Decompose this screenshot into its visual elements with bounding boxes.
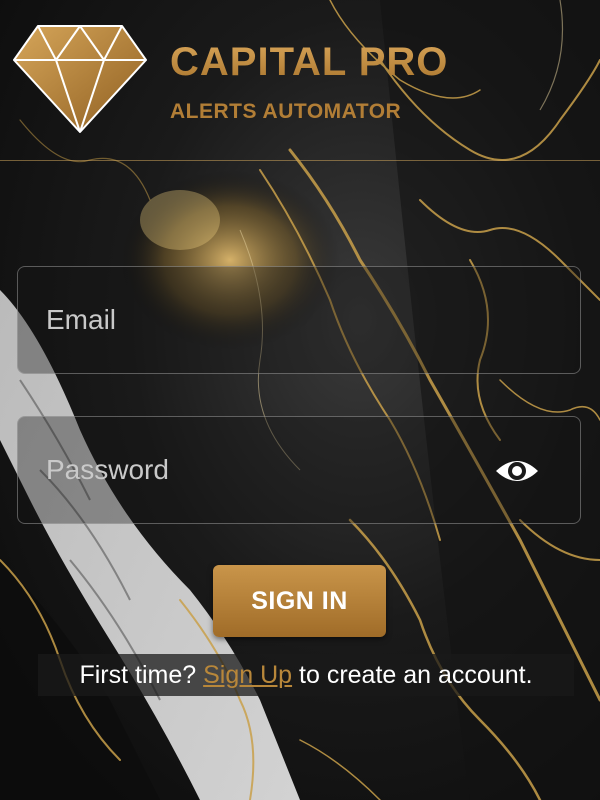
email-field-container [17, 266, 581, 374]
sign-up-suffix: to create an account. [299, 661, 533, 689]
app-subtitle: ALERTS AUTOMATOR [170, 100, 402, 123]
sign-up-link[interactable]: Sign Up [203, 661, 292, 689]
sign-up-prefix: First time? [79, 661, 197, 689]
eye-icon[interactable] [494, 455, 540, 487]
app-title: CAPITAL PRO [170, 40, 449, 84]
email-field[interactable] [18, 267, 580, 373]
sign-in-button[interactable]: SIGN IN [213, 565, 386, 637]
app-header: CAPITAL PRO ALERTS AUTOMATOR [0, 0, 600, 161]
password-field-container [17, 416, 581, 524]
login-screen: CAPITAL PRO ALERTS AUTOMATOR SIGN IN Fir… [0, 0, 600, 800]
diamond-icon [13, 25, 147, 133]
sign-up-prompt: First time? Sign Up to create an account… [38, 654, 574, 696]
